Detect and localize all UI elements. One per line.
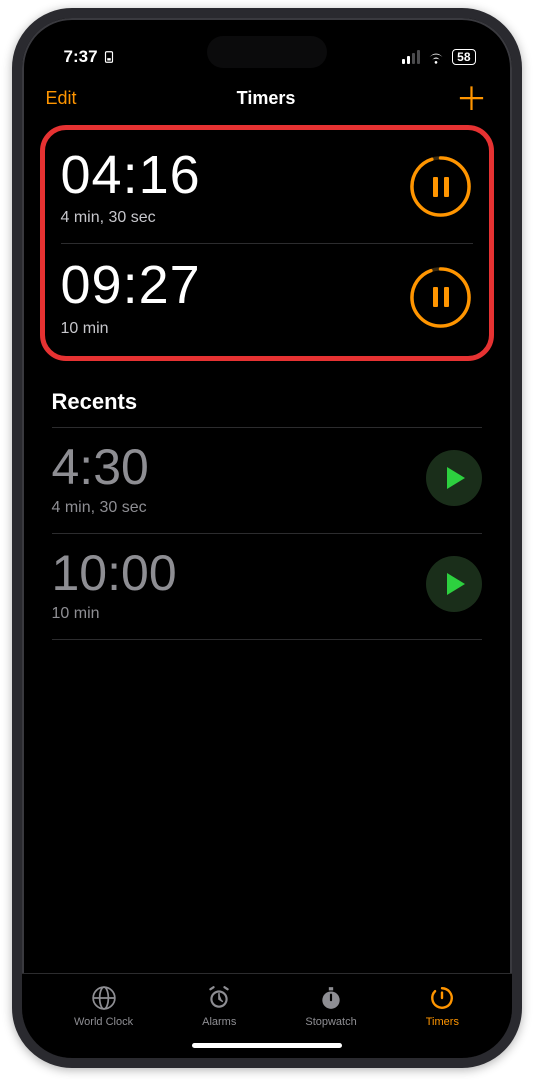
card-icon	[102, 50, 116, 64]
wifi-icon	[427, 50, 445, 64]
alarm-icon	[205, 984, 233, 1012]
globe-icon	[90, 984, 118, 1012]
tab-timers[interactable]: Timers	[426, 984, 459, 1028]
edit-button[interactable]: Edit	[46, 88, 77, 109]
recent-time: 4:30	[52, 440, 149, 495]
tab-stopwatch[interactable]: Stopwatch	[305, 984, 356, 1028]
recent-duration: 4 min, 30 sec	[52, 499, 149, 517]
recent-time: 10:00	[52, 546, 177, 601]
tab-label: Stopwatch	[305, 1016, 356, 1028]
timer-remaining: 04:16	[61, 146, 201, 205]
active-timer-row[interactable]: 04:16 4 min, 30 sec	[47, 134, 487, 243]
pause-button[interactable]	[409, 265, 473, 329]
tab-world-clock[interactable]: World Clock	[74, 984, 133, 1028]
highlight-box: 04:16 4 min, 30 sec 09:27 10 min	[40, 125, 494, 361]
recents-header: Recents	[22, 361, 512, 427]
progress-ring-icon	[409, 266, 472, 329]
stopwatch-icon	[317, 984, 345, 1012]
add-timer-button[interactable]: ＋	[455, 91, 487, 107]
tab-label: Timers	[426, 1016, 459, 1028]
timer-duration: 10 min	[61, 320, 201, 338]
dynamic-island	[207, 36, 327, 68]
progress-ring-icon	[409, 155, 472, 218]
tab-label: World Clock	[74, 1016, 133, 1028]
page-title: Timers	[237, 88, 296, 109]
battery-indicator: 58	[452, 49, 475, 65]
recent-duration: 10 min	[52, 605, 177, 623]
pause-button[interactable]	[409, 155, 473, 219]
signal-icon	[402, 50, 420, 64]
status-time: 7:37	[64, 47, 98, 67]
home-indicator[interactable]	[192, 1043, 342, 1048]
timer-duration: 4 min, 30 sec	[61, 209, 201, 227]
play-icon	[447, 573, 465, 595]
play-icon	[447, 467, 465, 489]
timer-remaining: 09:27	[61, 256, 201, 315]
active-timer-row[interactable]: 09:27 10 min	[47, 244, 487, 353]
phone-frame: 7:37 58 Edit Timers ＋ 04:16 4 min, 30 se…	[12, 8, 522, 1068]
tab-label: Alarms	[202, 1016, 236, 1028]
play-button[interactable]	[426, 450, 482, 506]
tab-alarms[interactable]: Alarms	[202, 984, 236, 1028]
recent-timer-row[interactable]: 10:00 10 min	[22, 534, 512, 639]
divider	[52, 639, 482, 640]
recent-timer-row[interactable]: 4:30 4 min, 30 sec	[22, 428, 512, 533]
timer-icon	[428, 984, 456, 1012]
play-button[interactable]	[426, 556, 482, 612]
nav-bar: Edit Timers ＋	[22, 74, 512, 125]
